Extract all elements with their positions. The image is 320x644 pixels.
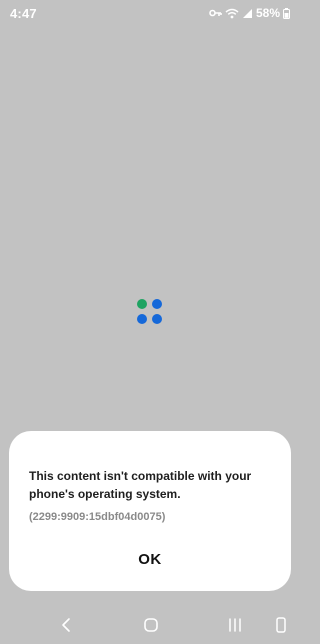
- loader-dot: [152, 314, 162, 324]
- home-button[interactable]: [140, 614, 162, 636]
- status-time: 4:47: [10, 6, 37, 21]
- loading-indicator: [136, 298, 164, 326]
- key-icon: [209, 8, 222, 18]
- home-icon: [144, 618, 158, 632]
- status-bar: 4:47 58%: [0, 0, 300, 28]
- dialog-message: This content isn't compatible with your …: [29, 469, 252, 501]
- signal-icon: [242, 8, 253, 19]
- error-dialog: This content isn't compatible with your …: [9, 431, 291, 591]
- rotate-icon: [276, 617, 286, 633]
- ok-button[interactable]: OK: [120, 547, 180, 573]
- recents-icon: [229, 618, 241, 632]
- loader-dot: [152, 299, 162, 309]
- back-icon: [62, 618, 70, 632]
- error-code: (2299:9909:15dbf04d0075): [29, 511, 166, 523]
- battery-percent: 58%: [255, 6, 280, 20]
- battery-icon: [283, 7, 290, 19]
- status-icons: 58%: [209, 6, 290, 20]
- loader-dot: [137, 314, 147, 324]
- navigation-bar: [0, 606, 300, 644]
- wifi-calling-icon: [225, 8, 239, 19]
- rotate-button[interactable]: [270, 614, 292, 636]
- recents-button[interactable]: [224, 614, 246, 636]
- loader-dot: [137, 299, 147, 309]
- back-button[interactable]: [56, 614, 78, 636]
